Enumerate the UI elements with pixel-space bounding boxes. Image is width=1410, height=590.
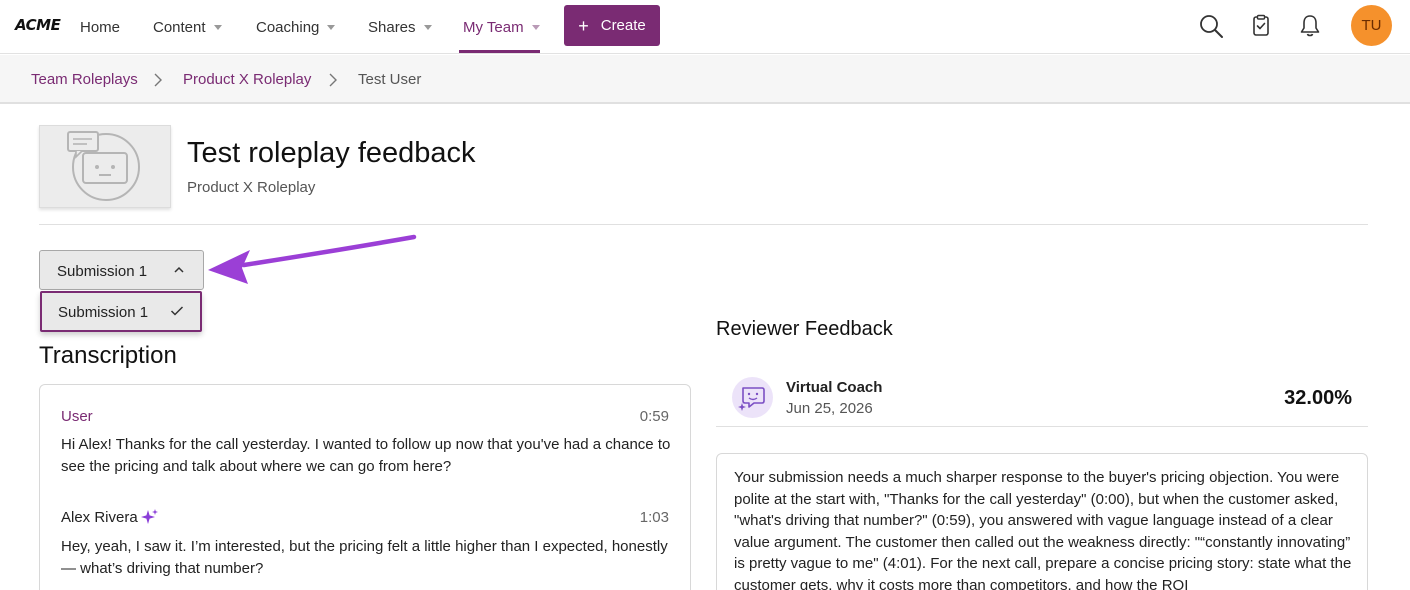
nav-shares-label: Shares (368, 18, 416, 36)
chevron-right-icon (329, 73, 337, 87)
feedback-panel: Your submission needs a much sharper res… (716, 453, 1368, 590)
bell-icon[interactable] (1297, 13, 1323, 39)
breadcrumb-product-x-roleplay[interactable]: Product X Roleplay (183, 71, 311, 88)
transcript-message: Hi Alex! Thanks for the call yesterday. … (61, 436, 671, 475)
feedback-text: Your submission needs a much sharper res… (734, 469, 1352, 590)
annotation-arrow-icon (208, 234, 417, 284)
top-nav: ACME Home Content Coaching Shares My Tea… (0, 0, 1410, 54)
nav-shares[interactable]: Shares (368, 0, 432, 54)
create-button[interactable]: + Create (564, 5, 660, 46)
timestamp[interactable]: 0:59 (640, 408, 669, 425)
chat-sparkle-icon (738, 387, 765, 411)
caret-down-icon (213, 24, 222, 30)
create-button-label: Create (600, 17, 646, 34)
active-nav-indicator (459, 50, 540, 53)
nav-my-team-label: My Team (463, 18, 524, 36)
nav-content[interactable]: Content (153, 0, 222, 54)
breadcrumb: Team Roleplays Product X Roleplay Test U… (0, 55, 1410, 104)
speaker-name: Alex Rivera (61, 509, 138, 526)
speaker-name: User (61, 408, 93, 425)
breadcrumb-team-roleplays[interactable]: Team Roleplays (31, 71, 138, 88)
avatar[interactable]: TU (1351, 5, 1392, 46)
transcription-panel: User 0:59 Hi Alex! Thanks for the call y… (39, 384, 691, 590)
submission-select-value: Submission 1 (57, 263, 148, 280)
page-title: Test roleplay feedback (187, 137, 476, 169)
nav-my-team[interactable]: My Team (463, 0, 540, 54)
clipboard-check-icon[interactable] (1248, 13, 1274, 39)
caret-down-icon (327, 24, 336, 30)
reviewer-feedback-title: Reviewer Feedback (716, 318, 893, 340)
nav-home[interactable]: Home (80, 0, 120, 54)
check-icon (170, 306, 184, 316)
timestamp[interactable]: 1:03 (640, 509, 669, 526)
roleplay-thumbnail (39, 125, 171, 208)
submission-select[interactable]: Submission 1 (39, 250, 204, 290)
page-subtitle: Product X Roleplay (187, 179, 316, 196)
sparkle-icon (141, 509, 158, 524)
virtual-coach-avatar (732, 377, 773, 418)
chevron-right-icon (154, 73, 162, 87)
submission-option-label: Submission 1 (58, 304, 149, 321)
review-date: Jun 25, 2026 (786, 400, 873, 417)
nav-content-label: Content (153, 18, 206, 36)
caret-down-icon (531, 24, 540, 30)
reviewer-name: Virtual Coach (786, 379, 883, 396)
submission-option[interactable]: Submission 1 (40, 291, 202, 332)
nav-home-label: Home (80, 18, 121, 36)
nav-coaching[interactable]: Coaching (256, 0, 336, 54)
score-value: 32.00% (1284, 387, 1352, 409)
caret-down-icon (423, 24, 432, 30)
robot-chat-icon (67, 131, 140, 201)
transcription-title: Transcription (39, 342, 177, 369)
chevron-up-icon (174, 266, 184, 273)
logo[interactable]: ACME (15, 16, 61, 34)
divider (716, 426, 1368, 427)
transcript-message: Hey, yeah, I saw it. I’m interested, but… (61, 538, 668, 577)
nav-coaching-label: Coaching (256, 18, 320, 36)
plus-icon: + (578, 15, 589, 36)
divider (39, 224, 1368, 225)
search-icon[interactable] (1198, 13, 1224, 39)
breadcrumb-test-user: Test User (358, 71, 422, 88)
